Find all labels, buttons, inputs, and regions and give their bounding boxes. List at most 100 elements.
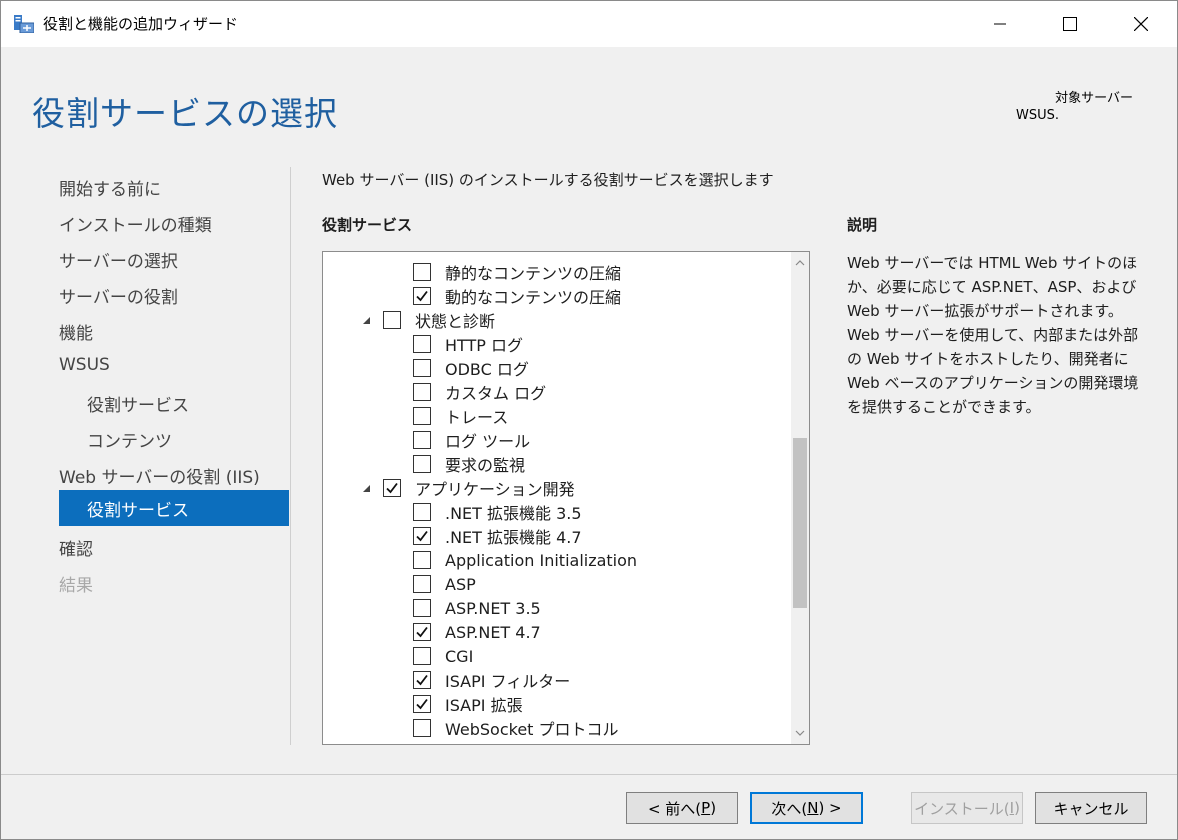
service-item[interactable]: アプリケーション開発 xyxy=(361,476,575,500)
target-server-label: 対象サーバー xyxy=(1055,91,1133,106)
service-label: カスタム ログ xyxy=(445,384,547,403)
service-checkbox[interactable] xyxy=(413,263,431,281)
service-item[interactable]: 要求の監視 xyxy=(413,452,525,476)
next-accesskey: N xyxy=(807,799,819,817)
scrollbar-thumb[interactable] xyxy=(793,438,807,608)
service-label: ISAPI フィルター xyxy=(445,672,571,691)
service-checkbox[interactable] xyxy=(413,551,431,569)
service-item[interactable]: WebSocket プロトコル xyxy=(413,716,619,740)
service-checkbox[interactable] xyxy=(413,671,431,689)
nav-item-installation-type[interactable]: インストールの種類 xyxy=(59,211,212,236)
close-icon xyxy=(1134,17,1148,31)
service-checkbox[interactable] xyxy=(383,479,401,497)
nav-item-iis-role-services[interactable]: 役割サービス xyxy=(59,490,289,526)
service-label: HTTP ログ xyxy=(445,336,524,355)
service-item[interactable]: ISAPI フィルター xyxy=(413,668,570,692)
nav-item-results: 結果 xyxy=(59,576,93,596)
service-label: CGI xyxy=(445,646,474,666)
service-checkbox[interactable] xyxy=(413,599,431,617)
service-label: ASP.NET 3.5 xyxy=(445,598,541,618)
expanded-triangle-icon xyxy=(363,485,370,492)
service-checkbox[interactable] xyxy=(383,311,401,329)
service-item[interactable]: Application Initialization xyxy=(413,548,637,572)
service-item[interactable]: ODBC ログ xyxy=(413,356,529,380)
role-services-tree[interactable]: 静的なコンテンツの圧縮 動的なコンテンツの圧縮状態と診断 HTTP ログ ODBC ロ… xyxy=(322,251,810,745)
service-checkbox[interactable] xyxy=(413,695,431,713)
service-item[interactable]: トレース xyxy=(413,404,508,428)
nav-item-server-roles[interactable]: サーバーの役割 xyxy=(59,283,178,308)
service-checkbox[interactable] xyxy=(413,359,431,377)
service-label: ログ ツール xyxy=(445,432,531,451)
wizard-window: 役割と機能の追加ウィザード 役割サービスの選択 対象サーバー WSUS. 開始す… xyxy=(0,0,1178,840)
nav-item-web-server-role[interactable]: Web サーバーの役割 (IIS) xyxy=(59,463,260,488)
install-label-tail: ) xyxy=(1014,799,1020,817)
maximize-button[interactable] xyxy=(1047,1,1093,47)
nav-item-wsus-content[interactable]: コンテンツ xyxy=(87,427,172,452)
service-checkbox[interactable] xyxy=(413,431,431,449)
service-checkbox[interactable] xyxy=(413,407,431,425)
service-checkbox[interactable] xyxy=(413,455,431,473)
service-item[interactable]: ASP.NET 3.5 xyxy=(413,596,541,620)
wizard-header: 役割サービスの選択 対象サーバー WSUS. xyxy=(1,47,1177,157)
instruction-text: Web サーバー (IIS) のインストールする役割サービスを選択します xyxy=(322,171,774,189)
nav-item-before-you-begin[interactable]: 開始する前に xyxy=(59,175,161,200)
title-bar[interactable]: 役割と機能の追加ウィザード xyxy=(1,1,1177,47)
service-checkbox[interactable] xyxy=(413,575,431,593)
previous-accesskey: P xyxy=(701,799,711,817)
checkmark-icon xyxy=(416,290,428,302)
service-label: ASP xyxy=(445,574,476,594)
nav-item-wsus-role-services[interactable]: 役割サービス xyxy=(87,391,189,416)
expanded-triangle-icon xyxy=(363,317,370,324)
service-item[interactable]: カスタム ログ xyxy=(413,380,546,404)
service-label: .NET 拡張機能 3.5 xyxy=(445,504,582,523)
service-checkbox[interactable] xyxy=(413,623,431,641)
service-item[interactable]: 静的なコンテンツの圧縮 xyxy=(413,260,621,284)
previous-button[interactable]: < 前へ(P) xyxy=(626,792,738,824)
service-checkbox[interactable] xyxy=(413,287,431,305)
service-item[interactable]: 動的なコンテンツの圧縮 xyxy=(413,284,621,308)
service-checkbox[interactable] xyxy=(413,647,431,665)
nav-item-wsus[interactable]: WSUS xyxy=(59,355,110,375)
service-checkbox[interactable] xyxy=(413,503,431,521)
next-label-tail: ) > xyxy=(818,799,842,817)
close-button[interactable] xyxy=(1118,1,1164,47)
nav-item-label: 役割サービス xyxy=(87,501,189,521)
chevron-down-icon xyxy=(795,730,805,736)
install-button: インストール(I) xyxy=(911,792,1023,824)
next-button[interactable]: 次へ(N) > xyxy=(750,792,863,824)
service-item[interactable]: ISAPI 拡張 xyxy=(413,692,523,716)
service-checkbox[interactable] xyxy=(413,719,431,737)
chevron-up-icon xyxy=(795,260,805,266)
service-checkbox[interactable] xyxy=(413,383,431,401)
checkmark-icon xyxy=(416,530,428,542)
install-label: インストール( xyxy=(914,799,1010,818)
service-item[interactable]: ASP xyxy=(413,572,476,596)
service-checkbox[interactable] xyxy=(413,527,431,545)
service-checkbox[interactable] xyxy=(413,335,431,353)
service-label: 状態と診断 xyxy=(415,312,496,331)
nav-item-confirmation[interactable]: 確認 xyxy=(59,535,93,560)
service-item[interactable]: ASP.NET 4.7 xyxy=(413,620,541,644)
service-label: トレース xyxy=(445,408,509,427)
nav-item-server-selection[interactable]: サーバーの選択 xyxy=(59,247,178,272)
vertical-scrollbar[interactable] xyxy=(791,252,809,744)
service-item[interactable]: ログ ツール xyxy=(413,428,530,452)
previous-label: < 前へ( xyxy=(647,799,702,818)
service-item[interactable]: .NET 拡張機能 3.5 xyxy=(413,500,582,524)
service-item[interactable]: HTTP ログ xyxy=(413,332,523,356)
service-label: ODBC ログ xyxy=(445,360,529,379)
target-server-value: WSUS. xyxy=(1015,108,1059,123)
cancel-button[interactable]: キャンセル xyxy=(1035,792,1147,824)
service-item[interactable]: CGI xyxy=(413,644,473,668)
nav-divider xyxy=(290,167,291,745)
maximize-icon xyxy=(1063,17,1077,31)
checkmark-icon xyxy=(416,674,428,686)
service-item[interactable]: 状態と診断 xyxy=(361,308,495,332)
footer-divider xyxy=(1,774,1177,775)
minimize-button[interactable] xyxy=(977,1,1023,47)
scroll-up-button[interactable] xyxy=(791,252,809,274)
nav-item-features[interactable]: 機能 xyxy=(59,319,93,344)
scroll-down-button[interactable] xyxy=(791,722,809,744)
service-item[interactable]: .NET 拡張機能 4.7 xyxy=(413,524,582,548)
description-label: 説明 xyxy=(847,216,878,234)
